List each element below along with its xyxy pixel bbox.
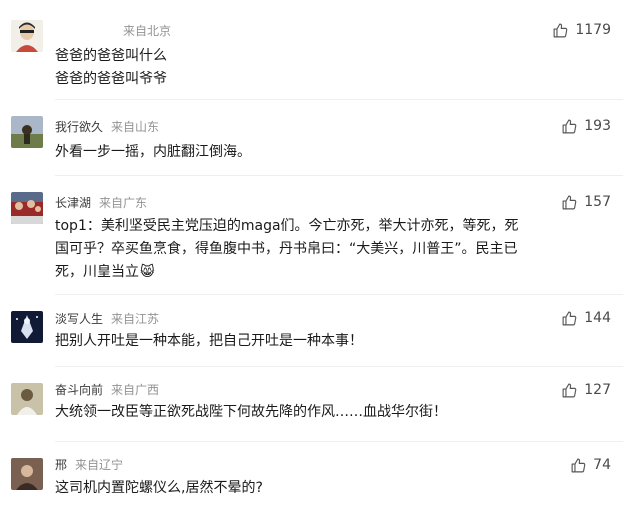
thumbs-up-icon [562, 383, 577, 397]
comment-line: 外看一步一摇，内脏翻江倒海。 [55, 144, 251, 160]
avatar[interactable] [11, 20, 43, 52]
avatar[interactable] [11, 383, 43, 415]
username[interactable]: 奋斗向前 [55, 383, 103, 397]
comment-text: 把别人开吐是一种本能，把自己开吐是一种本事！ [55, 330, 607, 353]
divider [55, 294, 623, 295]
divider [55, 441, 623, 442]
username[interactable]: 邢 [55, 458, 67, 472]
comment-text: 这司机内置陀螺仪么,居然不晕的? [55, 477, 607, 500]
comment-meta: 长津湖 来自广东 [55, 195, 147, 211]
comment-text: 外看一步一摇，内脏翻江倒海。 [55, 141, 607, 164]
comment-meta: 我行欲久 来自山东 [55, 119, 159, 135]
divider [55, 99, 623, 100]
divider [55, 366, 623, 367]
comment-meta: 奋斗向前 来自广西 [55, 382, 159, 398]
divider [55, 175, 623, 176]
location: 来自广东 [99, 196, 148, 210]
thumbs-up-icon [562, 195, 577, 209]
location: 来自江苏 [111, 312, 160, 326]
like-button[interactable]: 127 [561, 380, 611, 400]
like-button[interactable]: 1179 [552, 20, 611, 40]
username[interactable]: 我行欲久 [55, 120, 103, 134]
thumbs-up-icon [562, 119, 577, 133]
comment-line: 国可乎？卒买鱼烹食，得鱼腹中书，丹书帛曰：“大美兴，川普王”。民主已 [55, 241, 518, 257]
thumbs-up-icon [553, 23, 568, 37]
comment-line: 大统领一改臣等正欲死战陛下何故先降的作风……血战华尔街！ [55, 404, 447, 420]
like-button[interactable]: 144 [561, 308, 611, 328]
location: 来自山东 [111, 120, 160, 134]
like-count: 1179 [575, 22, 611, 38]
avatar[interactable] [11, 311, 43, 343]
thumbs-up-icon [562, 311, 577, 325]
comment-line: 爸爸的爸爸叫爷爷 [55, 71, 167, 87]
username[interactable]: 长津湖 [55, 196, 91, 210]
comment-line: 这司机内置陀螺仪么,居然不晕的? [55, 480, 263, 496]
like-count: 74 [593, 457, 611, 473]
like-count: 193 [584, 118, 611, 134]
like-button[interactable]: 74 [570, 455, 611, 475]
comment-line-text: 死，川皇当立 [55, 264, 139, 280]
location: 来自辽宁 [75, 458, 124, 472]
location: 来自北京 [123, 24, 172, 38]
comment-line: 死，川皇当立😸 [55, 261, 607, 284]
username[interactable]: 淡写人生 [55, 312, 103, 326]
like-count: 144 [584, 310, 611, 326]
like-button[interactable]: 157 [561, 192, 611, 212]
like-count: 127 [584, 382, 611, 398]
cat-emoji-icon: 😸 [140, 264, 155, 280]
location: 来自广西 [111, 383, 160, 397]
like-count: 157 [584, 194, 611, 210]
avatar[interactable] [11, 116, 43, 148]
comment-line: top1：美利坚受民主党压迫的maga们。今亡亦死，举大计亦死，等死，死 [55, 218, 519, 234]
comment-line: 爸爸的爸爸叫什么 [55, 48, 167, 64]
avatar[interactable] [11, 458, 43, 490]
comment-meta: 邢来自辽宁 [55, 457, 123, 473]
like-button[interactable]: 193 [561, 116, 611, 136]
thumbs-up-icon [571, 458, 586, 472]
comment-text: top1：美利坚受民主党压迫的maga们。今亡亦死，举大计亦死，等死，死 国可乎？… [55, 215, 607, 284]
comment-text: 大统领一改臣等正欲死战陛下何故先降的作风……血战华尔街！ [55, 401, 607, 424]
comment-meta: 来自北京 [55, 23, 171, 39]
comment-text: 爸爸的爸爸叫什么 爸爸的爸爸叫爷爷 [55, 45, 607, 91]
comment-meta: 淡写人生 来自江苏 [55, 311, 159, 327]
comment-line: 把别人开吐是一种本能，把自己开吐是一种本事！ [55, 333, 363, 349]
avatar[interactable] [11, 192, 43, 224]
